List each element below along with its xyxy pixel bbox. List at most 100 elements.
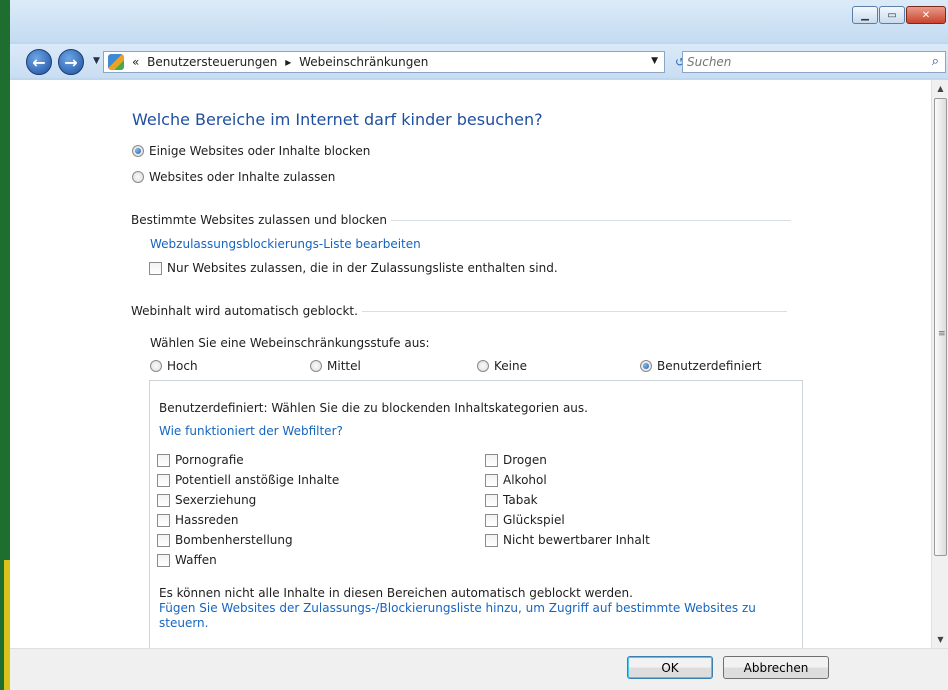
radio-button[interactable] xyxy=(132,145,144,157)
category-sexerziehung[interactable]: Sexerziehung xyxy=(157,493,256,507)
checkbox[interactable] xyxy=(157,453,170,467)
blocking-note: Es können nicht alle Inhalte in diesen B… xyxy=(159,586,633,600)
breadcrumb-separator-icon[interactable]: ▸ xyxy=(285,55,291,69)
search-box[interactable]: ⌕ xyxy=(682,51,946,73)
radio-label: Hoch xyxy=(167,359,198,373)
category-waffen[interactable]: Waffen xyxy=(157,553,217,567)
minimize-button[interactable]: ▁ xyxy=(852,6,878,24)
forward-button[interactable]: → xyxy=(58,49,84,75)
checkbox[interactable] xyxy=(485,453,498,467)
window-controls: ▁ ▭ ✕ xyxy=(851,6,946,24)
custom-categories-panel: Benutzerdefiniert: Wählen Sie die zu blo… xyxy=(149,380,803,648)
section-allow-block-heading: Bestimmte Websites zulassen und blocken xyxy=(131,213,792,227)
category-alkohol[interactable]: Alkohol xyxy=(485,473,547,487)
forward-arrow-icon: → xyxy=(64,52,78,72)
search-icon[interactable]: ⌕ xyxy=(932,54,939,69)
edit-list-link[interactable]: Webzulassungsblockierungs-Liste bearbeit… xyxy=(150,237,421,251)
back-arrow-icon: ← xyxy=(32,52,46,72)
checkbox[interactable] xyxy=(485,533,498,547)
maximize-button[interactable]: ▭ xyxy=(879,6,905,24)
history-dropdown-icon[interactable]: ▼ xyxy=(93,56,100,66)
scroll-down-icon[interactable]: ▼ xyxy=(932,631,948,648)
radio-label: Websites oder Inhalte zulassen xyxy=(149,170,336,184)
custom-intro: Benutzerdefiniert: Wählen Sie die zu blo… xyxy=(159,401,588,415)
breadcrumb-overflow[interactable]: « xyxy=(132,55,139,69)
address-bar[interactable]: « Benutzersteuerungen ▸ Webeinschränkung… xyxy=(103,51,665,73)
category-drogen[interactable]: Drogen xyxy=(485,453,547,467)
vertical-scrollbar[interactable]: ▲ ≡ ▼ xyxy=(931,80,948,648)
level-keine[interactable]: Keine xyxy=(477,359,527,373)
section-heading: Bestimmte Websites zulassen und blocken xyxy=(131,213,388,227)
allowlist-only-checkbox-row[interactable]: Nur Websites zulassen, die in der Zulass… xyxy=(149,261,558,275)
main-content: Welche Bereiche im Internet darf kinder … xyxy=(10,80,931,648)
ok-button[interactable]: OK xyxy=(627,656,713,679)
scroll-up-icon[interactable]: ▲ xyxy=(932,80,948,97)
navigation-bar: ← → ▼ « Benutzersteuerungen ▸ Webeinschr… xyxy=(10,44,948,78)
category-tabak[interactable]: Tabak xyxy=(485,493,538,507)
control-panel-icon xyxy=(108,54,124,70)
category-bombenherstellung[interactable]: Bombenherstellung xyxy=(157,533,293,547)
level-prompt: Wählen Sie eine Webeinschränkungsstufe a… xyxy=(150,336,430,350)
divider xyxy=(361,310,787,312)
category-label: Drogen xyxy=(503,453,547,467)
radio-button[interactable] xyxy=(132,171,144,183)
radio-label: Einige Websites oder Inhalte blocken xyxy=(149,144,371,158)
radio-button[interactable] xyxy=(150,360,162,372)
category-label: Alkohol xyxy=(503,473,547,487)
breadcrumb-item-benutzersteuerungen[interactable]: Benutzersteuerungen xyxy=(147,55,277,69)
category-label: Pornografie xyxy=(175,453,244,467)
divider xyxy=(391,219,792,221)
page-title: Welche Bereiche im Internet darf kinder … xyxy=(132,110,543,129)
parental-controls-window: ▁ ▭ ✕ ← → ▼ « Benutzersteuerungen ▸ Webe… xyxy=(0,0,948,690)
radio-button[interactable] xyxy=(310,360,322,372)
add-websites-link[interactable]: Fügen Sie Websites der Zulassungs-/Block… xyxy=(159,601,794,631)
checkbox[interactable] xyxy=(485,473,498,487)
scroll-thumb[interactable]: ≡ xyxy=(934,98,947,556)
breadcrumb-item-webeinschraenkungen[interactable]: Webeinschränkungen xyxy=(299,55,428,69)
breadcrumb: « Benutzersteuerungen ▸ Webeinschränkung… xyxy=(132,55,432,69)
level-hoch[interactable]: Hoch xyxy=(150,359,198,373)
search-input[interactable] xyxy=(687,54,917,70)
category-label: Waffen xyxy=(175,553,217,567)
level-benutzerdefiniert[interactable]: Benutzerdefiniert xyxy=(640,359,761,373)
category-label: Nicht bewertbarer Inhalt xyxy=(503,533,650,547)
category-nicht-bewertbar[interactable]: Nicht bewertbarer Inhalt xyxy=(485,533,650,547)
category-label: Hassreden xyxy=(175,513,239,527)
checkbox[interactable] xyxy=(485,493,498,507)
category-pornografie[interactable]: Pornografie xyxy=(157,453,244,467)
radio-label: Benutzerdefiniert xyxy=(657,359,762,373)
webfilter-help-link[interactable]: Wie funktioniert der Webfilter? xyxy=(159,424,343,438)
category-label: Sexerziehung xyxy=(175,493,257,507)
scroll-grip-icon: ≡ xyxy=(938,329,946,339)
radio-button[interactable] xyxy=(477,360,489,372)
dialog-button-bar: OK Abbrechen xyxy=(10,648,948,690)
checkbox[interactable] xyxy=(157,473,170,487)
checkbox[interactable] xyxy=(157,493,170,507)
checkbox[interactable] xyxy=(149,261,162,275)
category-label: Glückspiel xyxy=(503,513,565,527)
back-button[interactable]: ← xyxy=(26,49,52,75)
radio-allow[interactable]: Websites oder Inhalte zulassen xyxy=(132,170,335,184)
level-mittel[interactable]: Mittel xyxy=(310,359,361,373)
category-anstoessig[interactable]: Potentiell anstößige Inhalte xyxy=(157,473,339,487)
category-hassreden[interactable]: Hassreden xyxy=(157,513,239,527)
category-label: Tabak xyxy=(503,493,538,507)
cancel-button[interactable]: Abbrechen xyxy=(723,656,829,679)
radio-label: Keine xyxy=(494,359,527,373)
checkbox[interactable] xyxy=(157,513,170,527)
address-dropdown-icon[interactable]: ▼ xyxy=(651,56,658,66)
section-heading: Webinhalt wird automatisch geblockt. xyxy=(131,304,358,318)
close-button[interactable]: ✕ xyxy=(906,6,946,24)
radio-button[interactable] xyxy=(640,360,652,372)
checkbox-label: Nur Websites zulassen, die in der Zulass… xyxy=(167,261,558,275)
radio-block-some[interactable]: Einige Websites oder Inhalte blocken xyxy=(132,144,370,158)
section-auto-block-heading: Webinhalt wird automatisch geblockt. xyxy=(131,304,787,318)
checkbox[interactable] xyxy=(157,533,170,547)
checkbox[interactable] xyxy=(485,513,498,527)
radio-label: Mittel xyxy=(327,359,361,373)
category-label: Bombenherstellung xyxy=(175,533,293,547)
checkbox[interactable] xyxy=(157,553,170,567)
category-glueckspiel[interactable]: Glückspiel xyxy=(485,513,565,527)
category-label: Potentiell anstößige Inhalte xyxy=(175,473,340,487)
title-bar: ▁ ▭ ✕ xyxy=(10,0,948,42)
